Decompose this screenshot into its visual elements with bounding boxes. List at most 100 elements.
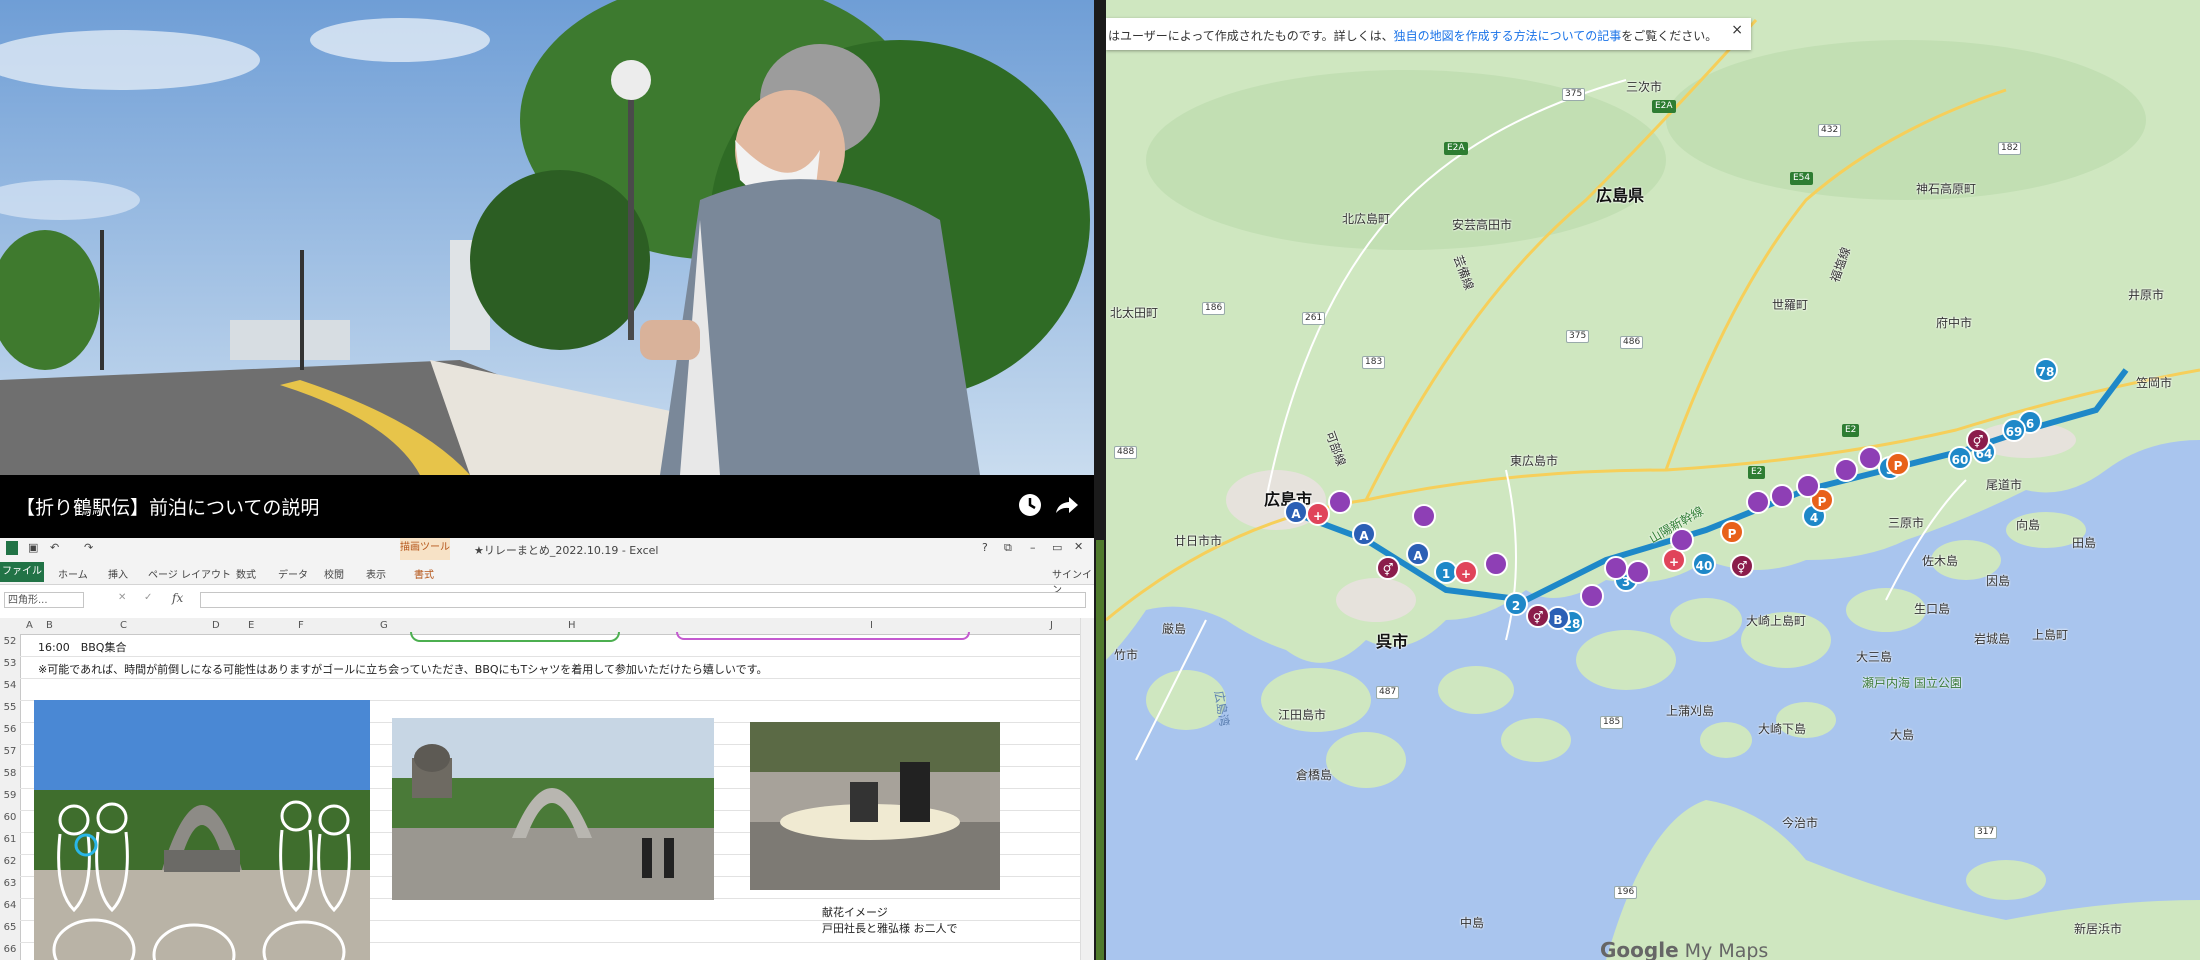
place-label: 安芸高田市 bbox=[1452, 218, 1513, 232]
row-header[interactable]: 65 bbox=[1, 922, 19, 933]
close-icon[interactable]: ✕ bbox=[1074, 540, 1083, 553]
col-header[interactable]: I bbox=[870, 620, 873, 631]
col-header[interactable]: A bbox=[26, 620, 33, 631]
route-marker[interactable]: A bbox=[1406, 542, 1430, 566]
help-icon[interactable]: ? bbox=[982, 541, 988, 554]
row-header[interactable]: 66 bbox=[1, 944, 19, 955]
save-icon[interactable]: ▣ bbox=[28, 541, 38, 554]
purple-shape[interactable] bbox=[676, 632, 970, 640]
route-shield: 182 bbox=[1998, 142, 2022, 155]
cell-b52[interactable]: 16:00 BBQ集合 bbox=[38, 639, 126, 655]
location-pin[interactable] bbox=[1412, 504, 1436, 528]
col-header[interactable]: E bbox=[248, 620, 254, 631]
first-aid-marker[interactable]: + bbox=[1306, 502, 1330, 526]
location-pin[interactable] bbox=[1746, 490, 1770, 514]
col-header[interactable]: F bbox=[298, 620, 304, 631]
route-marker[interactable]: 60 bbox=[1948, 446, 1972, 470]
caption-people[interactable]: 戸田社長と雅弘様 お二人で bbox=[822, 920, 958, 936]
place-label: 井原市 bbox=[2128, 288, 2165, 302]
row-header[interactable]: 56 bbox=[1, 724, 19, 735]
col-header[interactable]: G bbox=[380, 620, 388, 631]
location-pin[interactable] bbox=[1834, 458, 1858, 482]
location-pin[interactable] bbox=[1328, 490, 1352, 514]
location-pin[interactable] bbox=[1858, 446, 1882, 470]
row-header[interactable]: 64 bbox=[1, 900, 19, 911]
location-pin[interactable] bbox=[1604, 556, 1628, 580]
name-box[interactable]: 四角形... bbox=[4, 592, 84, 608]
row-header[interactable]: 53 bbox=[1, 658, 19, 669]
redo-icon[interactable]: ↷ bbox=[84, 541, 93, 554]
undo-icon[interactable]: ↶ bbox=[50, 541, 59, 554]
row-header[interactable]: 58 bbox=[1, 768, 19, 779]
row-header[interactable]: 54 bbox=[1, 680, 19, 691]
green-shape[interactable] bbox=[410, 632, 620, 642]
row-header[interactable]: 57 bbox=[1, 746, 19, 757]
vertical-scrollbar[interactable] bbox=[1080, 618, 1094, 960]
row-header[interactable]: 55 bbox=[1, 702, 19, 713]
tab-review[interactable]: 校閲 bbox=[324, 566, 344, 581]
col-header[interactable]: J bbox=[1050, 620, 1053, 631]
video-player[interactable] bbox=[0, 0, 1094, 475]
restroom-marker[interactable]: ⚥ bbox=[1730, 554, 1754, 578]
tab-view[interactable]: 表示 bbox=[366, 566, 386, 581]
row-header[interactable]: 59 bbox=[1, 790, 19, 801]
location-pin[interactable] bbox=[1626, 560, 1650, 584]
photo-cenotaph-drawing[interactable] bbox=[34, 700, 370, 960]
restroom-marker[interactable]: ⚥ bbox=[1966, 428, 1990, 452]
location-pin[interactable] bbox=[1484, 552, 1508, 576]
map-view[interactable]: はユーザーによって作成されたものです。詳しくは、独自の地図を作成する方法について… bbox=[1106, 0, 2200, 960]
parking-marker[interactable]: P bbox=[1720, 520, 1744, 544]
route-marker[interactable]: 69 bbox=[2002, 418, 2026, 442]
col-header[interactable]: B bbox=[46, 620, 53, 631]
route-marker[interactable]: A bbox=[1284, 500, 1308, 524]
ribbon-options-icon[interactable]: ⧉ bbox=[1004, 541, 1012, 555]
restroom-marker[interactable]: ⚥ bbox=[1526, 604, 1550, 628]
caption-offering[interactable]: 献花イメージ bbox=[822, 904, 888, 920]
location-pin[interactable] bbox=[1770, 484, 1794, 508]
drawing-tools-label: 描画ツール bbox=[400, 538, 450, 562]
location-pin[interactable] bbox=[1580, 584, 1604, 608]
parking-marker[interactable]: P bbox=[1886, 452, 1910, 476]
col-header[interactable]: D bbox=[212, 620, 220, 631]
formula-input[interactable] bbox=[200, 592, 1086, 608]
location-pin[interactable] bbox=[1670, 528, 1694, 552]
photo-flower-offering[interactable] bbox=[750, 722, 1000, 890]
row-header[interactable]: 61 bbox=[1, 834, 19, 845]
tab-home[interactable]: ホーム bbox=[58, 566, 88, 581]
video-frame bbox=[0, 0, 1094, 475]
place-label: 大崎下島 bbox=[1758, 722, 1807, 736]
clock-icon[interactable] bbox=[1016, 491, 1044, 519]
col-header[interactable]: H bbox=[568, 620, 576, 631]
route-marker[interactable]: A bbox=[1352, 522, 1376, 546]
function-icon[interactable]: fx bbox=[172, 591, 183, 605]
tab-file[interactable]: ファイル bbox=[0, 562, 44, 582]
tab-format[interactable]: 書式 bbox=[414, 566, 434, 581]
row-header[interactable]: 52 bbox=[1, 636, 19, 647]
cell-b53[interactable]: ※可能であれば、時間が前倒しになる可能性はありますがゴールに立ち会っていただき、… bbox=[38, 661, 768, 677]
sheet-grid[interactable]: A B C D E F G H I J 52 53 54 55 56 57 58… bbox=[0, 618, 1094, 960]
route-marker[interactable]: 78 bbox=[2034, 358, 2058, 382]
cancel-icon[interactable]: ✕ bbox=[118, 592, 126, 603]
tab-page-layout[interactable]: ページ レイアウト bbox=[148, 566, 231, 581]
close-icon[interactable]: × bbox=[1731, 22, 1743, 38]
excel-title-bar: ▣ ↶ ↷ 描画ツール ★リレーまとめ_2022.10.19 - Excel ?… bbox=[0, 538, 1094, 562]
notice-link[interactable]: 独自の地図を作成する方法についての記事 bbox=[1394, 29, 1622, 43]
location-pin[interactable] bbox=[1796, 474, 1820, 498]
maximize-icon[interactable]: ▭ bbox=[1052, 541, 1062, 554]
tab-formulas[interactable]: 数式 bbox=[236, 566, 256, 581]
route-shield: 183 bbox=[1362, 356, 1386, 369]
route-marker[interactable]: 40 bbox=[1692, 552, 1716, 576]
row-header[interactable]: 62 bbox=[1, 856, 19, 867]
minimize-icon[interactable]: – bbox=[1030, 541, 1036, 554]
photo-cenotaph-dome[interactable] bbox=[392, 718, 714, 900]
share-arrow-icon[interactable] bbox=[1052, 491, 1080, 519]
first-aid-marker[interactable]: + bbox=[1454, 560, 1478, 584]
route-marker[interactable]: 2 bbox=[1504, 592, 1528, 616]
enter-icon[interactable]: ✓ bbox=[144, 592, 152, 603]
row-header[interactable]: 60 bbox=[1, 812, 19, 823]
restroom-marker[interactable]: ⚥ bbox=[1376, 556, 1400, 580]
col-header[interactable]: C bbox=[120, 620, 127, 631]
row-header[interactable]: 63 bbox=[1, 878, 19, 889]
tab-insert[interactable]: 挿入 bbox=[108, 566, 128, 581]
tab-data[interactable]: データ bbox=[278, 566, 308, 581]
